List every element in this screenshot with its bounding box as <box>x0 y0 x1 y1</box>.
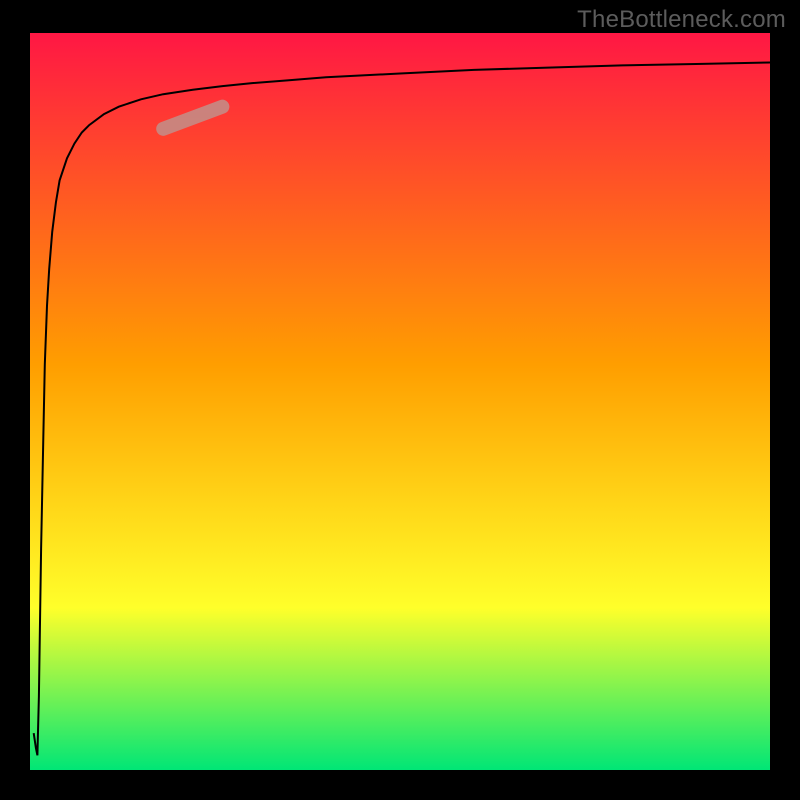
chart-background-gradient <box>30 33 770 770</box>
watermark-text: TheBottleneck.com <box>577 6 786 34</box>
chart-container: TheBottleneck.com <box>0 0 800 800</box>
chart-svg <box>0 0 800 800</box>
